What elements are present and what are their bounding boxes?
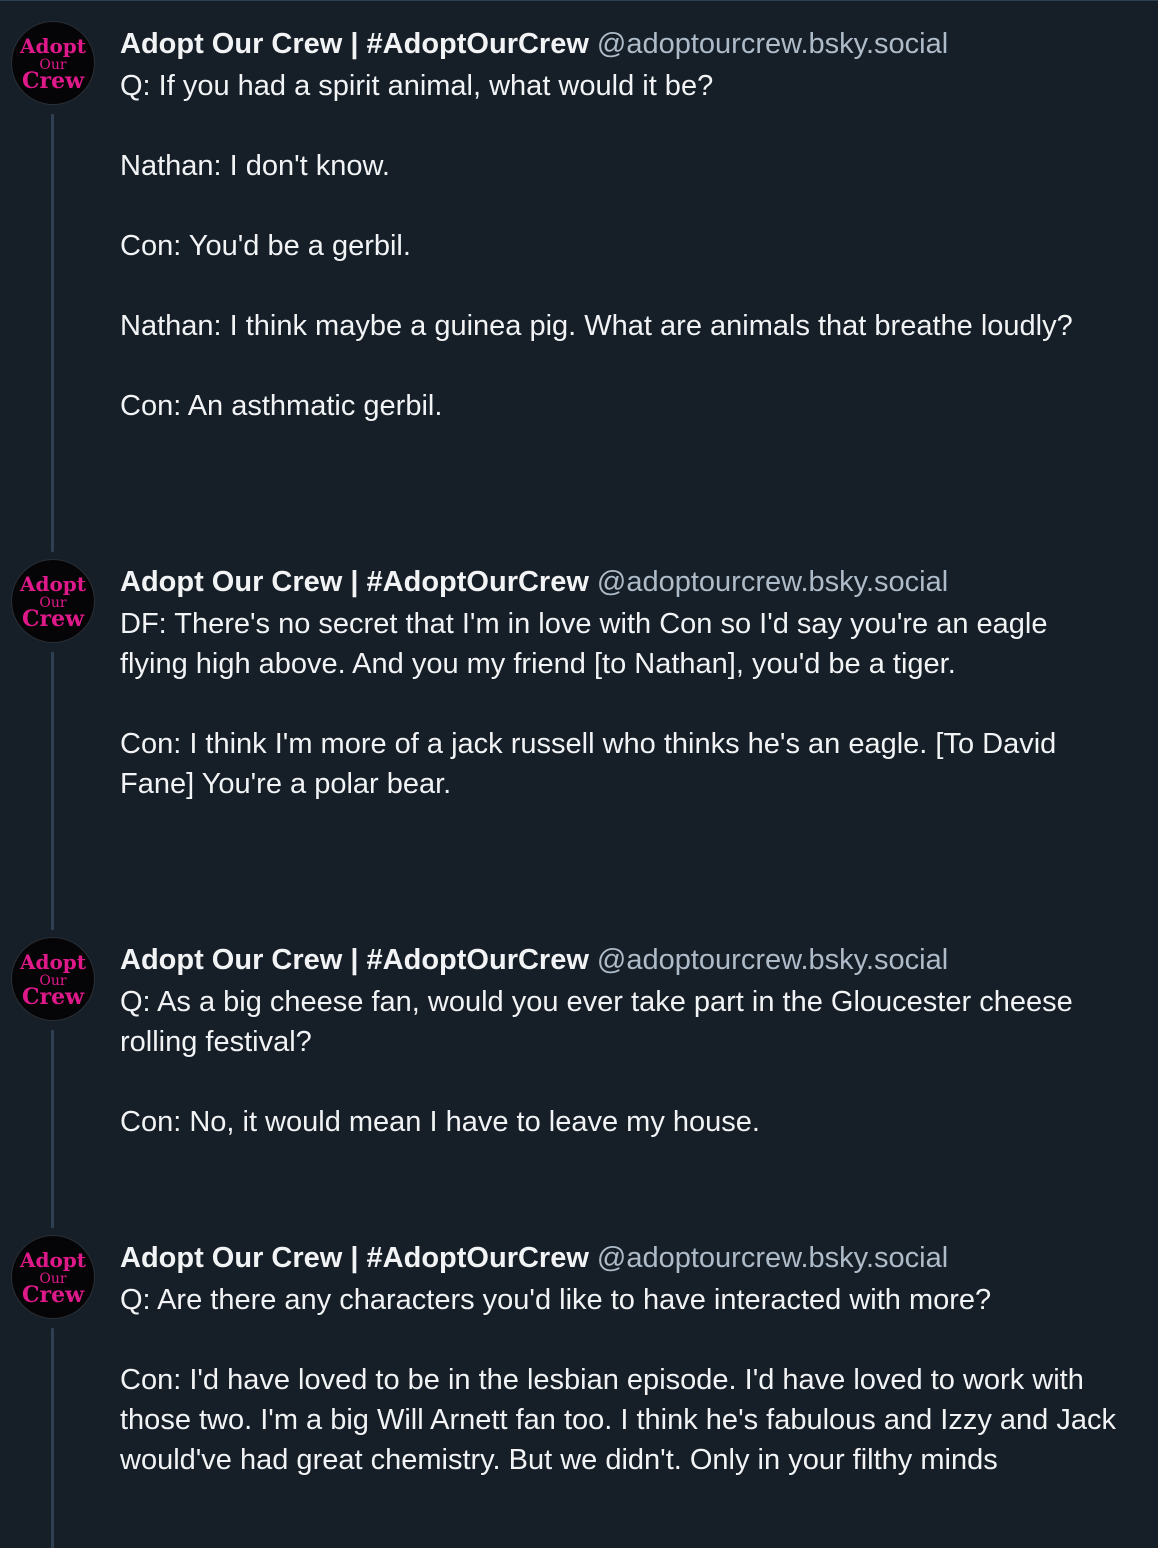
post-text: Q: If you had a spirit animal, what woul… xyxy=(120,66,1140,426)
post-text: Q: Are there any characters you'd like t… xyxy=(120,1280,1140,1480)
adopt-our-crew-logo-icon: Adopt Our Crew xyxy=(19,1248,87,1308)
thread-connector xyxy=(51,1328,54,1548)
post-paragraph: Q: If you had a spirit animal, what woul… xyxy=(120,70,714,102)
post-paragraph: Con: I'd have loved to be in the lesbian… xyxy=(120,1364,1116,1476)
post-header: Adopt Our Crew | #AdoptOurCrew @adoptourc… xyxy=(120,1239,948,1277)
post-header: Adopt Our Crew | #AdoptOurCrew @adoptourc… xyxy=(120,563,948,601)
post-text: Q: As a big cheese fan, would you ever t… xyxy=(120,982,1140,1142)
post-paragraph: Con: You'd be a gerbil. xyxy=(120,230,411,262)
avatar[interactable]: Adopt Our Crew xyxy=(12,560,94,642)
thread-connector xyxy=(51,652,54,930)
post-header: Adopt Our Crew | #AdoptOurCrew @adoptourc… xyxy=(120,941,948,979)
thread-connector xyxy=(51,1030,54,1228)
top-divider xyxy=(0,0,1158,1)
svg-text:Crew: Crew xyxy=(22,984,85,1010)
adopt-our-crew-logo-icon: Adopt Our Crew xyxy=(19,572,87,632)
post-paragraph: Q: Are there any characters you'd like t… xyxy=(120,1284,992,1316)
post-paragraph: Con: An asthmatic gerbil. xyxy=(120,390,443,422)
svg-text:Adopt: Adopt xyxy=(19,572,87,596)
thread-connector xyxy=(51,114,54,552)
display-name[interactable]: Adopt Our Crew | #AdoptOurCrew xyxy=(120,1242,589,1274)
svg-text:Adopt: Adopt xyxy=(19,34,87,58)
avatar[interactable]: Adopt Our Crew xyxy=(12,22,94,104)
display-name[interactable]: Adopt Our Crew | #AdoptOurCrew xyxy=(120,566,589,598)
display-name[interactable]: Adopt Our Crew | #AdoptOurCrew xyxy=(120,28,589,60)
post-paragraph: Con: No, it would mean I have to leave m… xyxy=(120,1106,760,1138)
svg-text:Crew: Crew xyxy=(22,1282,85,1308)
handle[interactable]: @adoptourcrew.bsky.social xyxy=(597,944,948,976)
handle[interactable]: @adoptourcrew.bsky.social xyxy=(597,28,948,60)
post-paragraph: DF: There's no secret that I'm in love w… xyxy=(120,608,1048,680)
svg-text:Crew: Crew xyxy=(22,606,85,632)
display-name[interactable]: Adopt Our Crew | #AdoptOurCrew xyxy=(120,944,589,976)
handle[interactable]: @adoptourcrew.bsky.social xyxy=(597,1242,948,1274)
adopt-our-crew-logo-icon: Adopt Our Crew xyxy=(19,950,87,1010)
avatar[interactable]: Adopt Our Crew xyxy=(12,1236,94,1318)
svg-text:Crew: Crew xyxy=(22,68,85,94)
svg-text:Adopt: Adopt xyxy=(19,950,87,974)
avatar[interactable]: Adopt Our Crew xyxy=(12,938,94,1020)
post-text: DF: There's no secret that I'm in love w… xyxy=(120,604,1140,804)
handle[interactable]: @adoptourcrew.bsky.social xyxy=(597,566,948,598)
post-paragraph: Nathan: I think maybe a guinea pig. What… xyxy=(120,310,1073,342)
post-paragraph: Con: I think I'm more of a jack russell … xyxy=(120,728,1057,800)
post-header: Adopt Our Crew | #AdoptOurCrew @adoptourc… xyxy=(120,25,948,63)
post-paragraph: Nathan: I don't know. xyxy=(120,150,390,182)
adopt-our-crew-logo-icon: Adopt Our Crew xyxy=(19,34,87,94)
post-paragraph: Q: As a big cheese fan, would you ever t… xyxy=(120,986,1073,1058)
svg-text:Adopt: Adopt xyxy=(19,1248,87,1272)
